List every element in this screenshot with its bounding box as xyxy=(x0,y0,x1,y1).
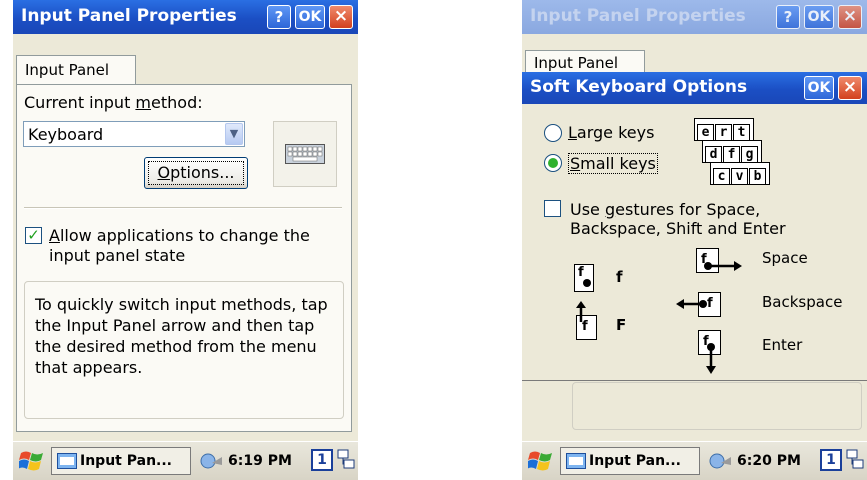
separator xyxy=(24,207,342,209)
connectivity-icon xyxy=(200,453,222,469)
allow-apps-label: Allow applications to change the input p… xyxy=(49,226,310,265)
svg-text:f: f xyxy=(582,319,588,334)
dialog-ok-button[interactable]: OK xyxy=(804,76,834,100)
keyboard-icon xyxy=(285,144,325,164)
small-keys-label: Small keys xyxy=(568,153,658,174)
input-method-select[interactable]: Keyboard ▼ xyxy=(23,121,245,147)
tab-input-panel[interactable]: Input Panel xyxy=(16,55,136,85)
keyboard-preview xyxy=(273,121,337,187)
svg-text:f: f xyxy=(707,296,713,311)
close-button[interactable]: × xyxy=(329,5,353,29)
input-method-value: Keyboard xyxy=(28,125,104,144)
help-button[interactable]: ? xyxy=(267,5,291,29)
clock: 6:19 PM xyxy=(198,447,292,475)
use-gestures-checkbox[interactable] xyxy=(544,200,561,217)
soft-keyboard-options-dialog: Soft Keyboard Options OK × Large keys Sm… xyxy=(522,72,867,381)
chevron-down-icon[interactable]: ▼ xyxy=(225,123,243,145)
key-row-2: dfg xyxy=(702,140,762,163)
gesture-enter-label: Enter xyxy=(762,336,803,354)
left-screen: Input Panel Properties ? OK × Input Pane… xyxy=(13,0,358,480)
windows-start-icon[interactable] xyxy=(19,449,45,473)
title-bar: Input Panel Properties ? OK × xyxy=(13,0,358,34)
ok-button[interactable]: OK xyxy=(804,5,834,29)
options-button[interactable]: Options... xyxy=(144,157,248,189)
use-gestures-label: Use gestures for Space, Backspace, Shift… xyxy=(570,200,786,238)
key-row-3: cvb xyxy=(710,162,770,185)
desktop-number-badge[interactable]: 1 xyxy=(311,449,333,471)
dialog-close-button[interactable]: × xyxy=(838,76,862,100)
tab-label: Input Panel xyxy=(25,61,110,79)
gesture-space-label: Space xyxy=(762,249,808,267)
tab-content-panel: Current input method: Keyboard ▼ Options… xyxy=(16,84,352,432)
taskbar: Input Pan... 6:20 PM 1 xyxy=(522,441,867,480)
large-keys-label: Large keys xyxy=(568,123,655,142)
clock: 6:20 PM xyxy=(707,447,801,475)
help-button[interactable]: ? xyxy=(776,5,800,29)
ok-button[interactable]: OK xyxy=(295,5,325,29)
gesture-F-label: F xyxy=(616,316,627,334)
info-box: To quickly switch input methods, tap the… xyxy=(24,281,344,419)
gesture-enter-icon: f xyxy=(698,330,721,374)
network-icon[interactable] xyxy=(846,449,866,471)
key-row-1: ert xyxy=(694,118,754,141)
gesture-backspace-icon: f xyxy=(676,292,721,317)
window-title: Input Panel Properties xyxy=(21,6,237,26)
background-title-bar: Input Panel Properties ? OK × xyxy=(522,0,867,34)
allow-apps-checkbox[interactable]: ✓ xyxy=(25,227,42,244)
gesture-f-label: f xyxy=(616,268,623,286)
input-panel-icon xyxy=(566,453,586,469)
current-method-label: Current input method: xyxy=(24,93,203,112)
large-keys-radio[interactable] xyxy=(544,124,562,142)
taskbar: Input Pan... 6:19 PM 1 xyxy=(13,441,358,480)
gesture-shift-icon: f xyxy=(576,301,597,340)
dialog-title: Soft Keyboard Options xyxy=(530,77,748,97)
dialog-title-bar: Soft Keyboard Options OK × xyxy=(522,72,867,104)
close-button[interactable]: × xyxy=(838,5,862,29)
windows-start-icon[interactable] xyxy=(528,449,554,473)
taskbar-input-panel-button[interactable]: Input Pan... xyxy=(51,447,191,475)
gesture-space-icon: f xyxy=(696,248,742,273)
gesture-f-tap-icon: f xyxy=(574,264,594,292)
gesture-backspace-label: Backspace xyxy=(762,293,843,311)
connectivity-icon xyxy=(709,453,731,469)
network-icon[interactable] xyxy=(337,449,357,471)
background-window-title: Input Panel Properties xyxy=(530,6,746,26)
desktop-number-badge[interactable]: 1 xyxy=(820,449,842,471)
input-panel-icon xyxy=(57,453,77,469)
taskbar-input-panel-button[interactable]: Input Pan... xyxy=(560,447,700,475)
info-text: To quickly switch input methods, tap the… xyxy=(35,295,328,377)
right-screen: Input Panel Properties ? OK × Input Pane… xyxy=(522,0,867,480)
background-info-box xyxy=(572,382,862,430)
small-keys-radio[interactable] xyxy=(544,154,562,172)
